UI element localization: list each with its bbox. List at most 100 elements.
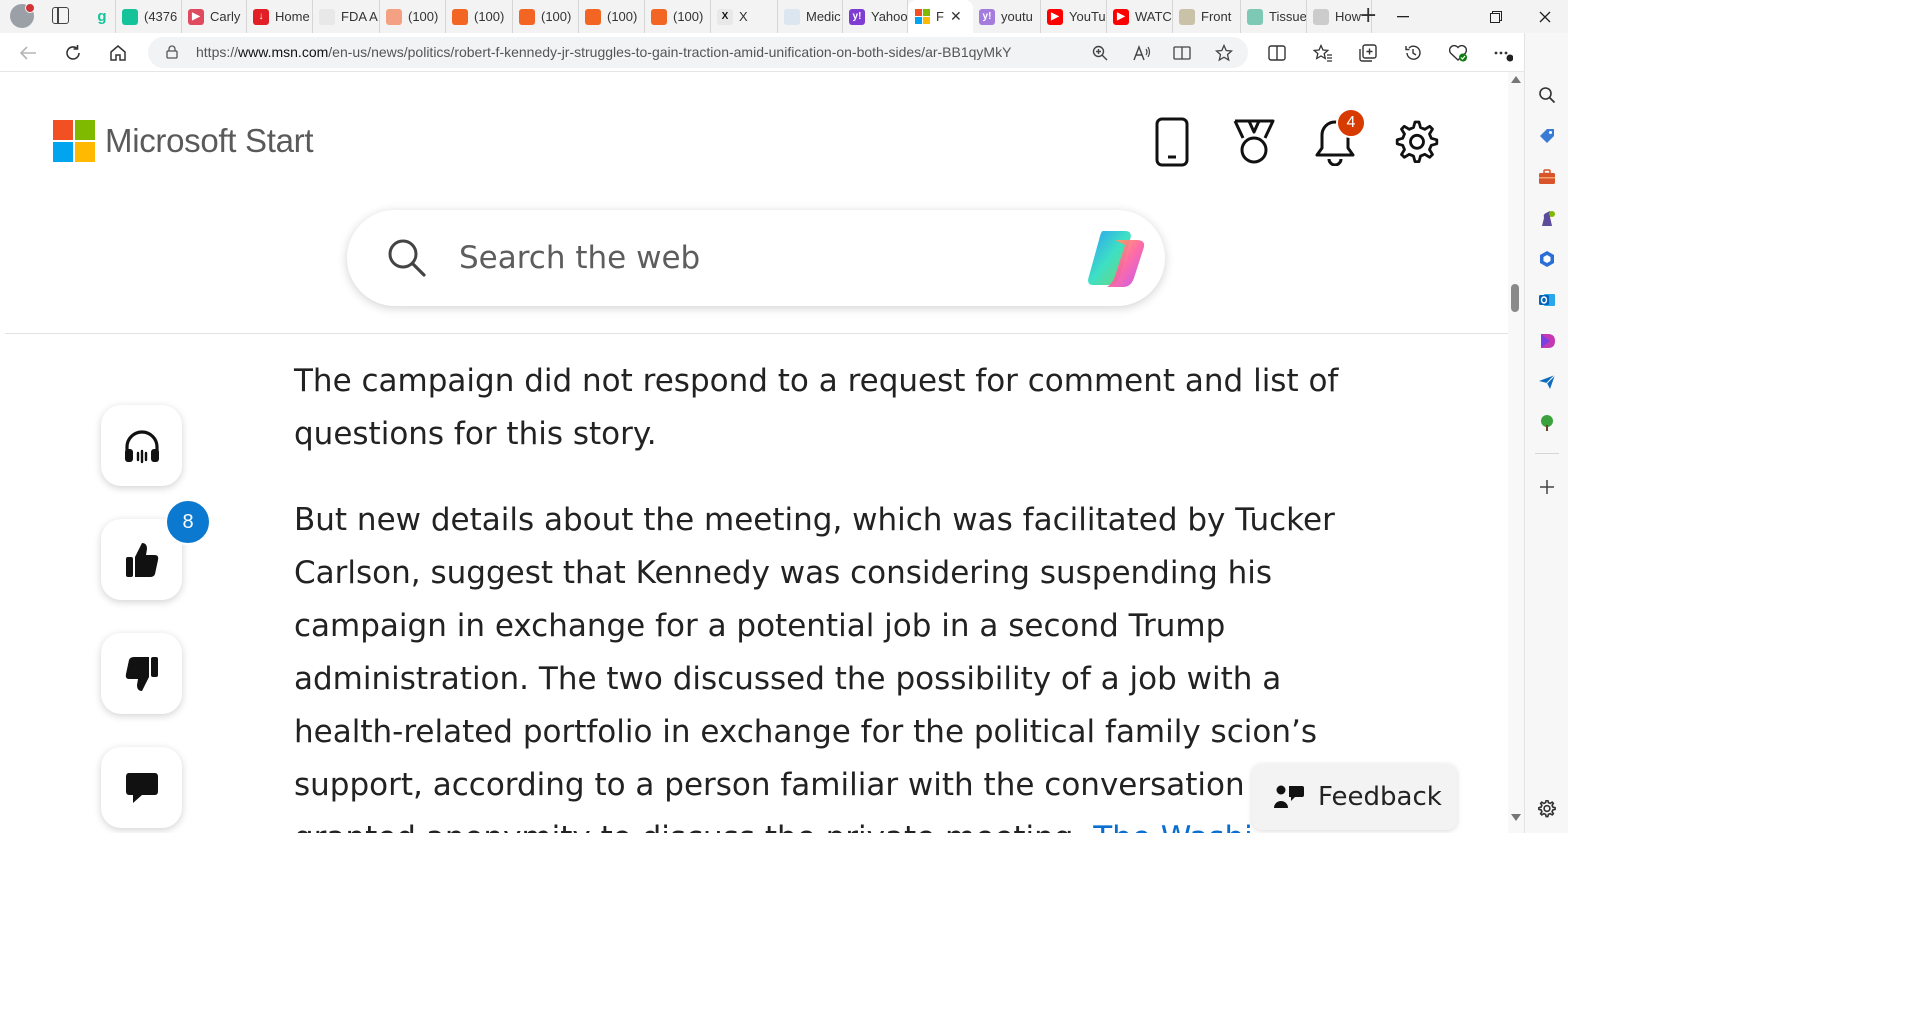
youtube-icon: ▶ — [1047, 8, 1063, 25]
favorite-star-button[interactable] — [1214, 43, 1234, 63]
browser-tab[interactable]: ▶ Carly — [182, 0, 247, 33]
browser-tab[interactable]: y! youtu — [973, 0, 1041, 33]
search-icon[interactable] — [387, 238, 427, 278]
restore-icon — [1490, 10, 1502, 23]
dislike-button[interactable] — [101, 633, 182, 714]
close-tab-icon[interactable]: ✕ — [950, 8, 962, 25]
browser-tab[interactable]: Medic — [778, 0, 843, 33]
tab-title: (100) — [607, 9, 638, 24]
tab-title: (100) — [408, 9, 439, 24]
settings-more-button[interactable] — [1490, 40, 1516, 66]
tab-strip: g (4376 ▶ Carly ↓ Home FDA A (100) (100) (100) (10… — [0, 0, 1568, 33]
browser-tab[interactable]: Front — [1173, 0, 1241, 33]
tab-title: Yahoo — [871, 9, 908, 24]
refresh-icon — [66, 45, 80, 60]
profile-avatar[interactable] — [10, 3, 35, 28]
close-window-button[interactable] — [1522, 0, 1568, 33]
tab-title: WATC — [1135, 9, 1172, 24]
rewards-button[interactable] — [1230, 116, 1278, 168]
tab-title: Medic — [806, 9, 841, 24]
scroll-up-arrow[interactable] — [1511, 76, 1521, 83]
scroll-thumb[interactable] — [1511, 284, 1519, 312]
favorites-icon — [1313, 44, 1332, 62]
refresh-button[interactable] — [60, 40, 86, 66]
browser-tab[interactable]: (100) — [579, 0, 645, 33]
tab-list: g (4376 ▶ Carly ↓ Home FDA A (100) (100) (100) (10… — [88, 0, 1372, 33]
sidebar-add-button[interactable] — [1537, 477, 1557, 497]
listen-button[interactable] — [101, 405, 182, 486]
lock-icon[interactable] — [166, 45, 178, 59]
settings-button[interactable] — [1393, 116, 1441, 168]
new-tab-button[interactable]: + — [1359, 5, 1377, 27]
article-body: The campaign did not respond to a reques… — [294, 355, 1344, 833]
browser-tab[interactable]: g — [88, 0, 116, 33]
tab-title: X — [739, 9, 748, 24]
browser-tab[interactable]: Tissue — [1241, 0, 1307, 33]
x-icon: X — [717, 8, 733, 25]
browser-toolbar: https://www.msn.com/en-us/news/politics/… — [0, 33, 1568, 72]
search-box — [347, 210, 1165, 306]
tab-actions-icon[interactable] — [52, 7, 69, 24]
browser-tab[interactable]: ▶ WATC — [1107, 0, 1173, 33]
outlook-icon — [1539, 294, 1555, 306]
browser-essentials-button[interactable] — [1445, 40, 1471, 66]
page-content: Microsoft Start 4 8 — [5, 72, 1508, 833]
read-aloud-button[interactable] — [1132, 43, 1152, 63]
substack-icon — [585, 8, 601, 25]
zoom-button[interactable] — [1090, 43, 1110, 63]
sidebar-drop[interactable] — [1537, 372, 1557, 392]
tab-active[interactable]: F ✕ — [908, 0, 973, 33]
chess-icon — [1542, 211, 1555, 226]
feedback-button[interactable]: Feedback — [1252, 764, 1457, 830]
sidebar-microsoft-365[interactable] — [1537, 249, 1557, 269]
feedback-icon — [1274, 785, 1304, 808]
vertical-scrollbar[interactable] — [1508, 72, 1524, 833]
browser-tab[interactable]: y! Yahoo — [843, 0, 908, 33]
split-screen-button[interactable] — [1264, 40, 1290, 66]
restore-button[interactable] — [1473, 0, 1519, 33]
sidebar-tree[interactable] — [1537, 413, 1557, 433]
favorites-button[interactable] — [1310, 40, 1336, 66]
back-button[interactable] — [15, 40, 41, 66]
home-button[interactable] — [105, 40, 131, 66]
browser-tab[interactable]: FDA A — [313, 0, 380, 33]
copilot-icon[interactable] — [1085, 228, 1149, 290]
tab-title: F — [936, 9, 944, 24]
collections-button[interactable] — [1355, 40, 1381, 66]
medal-icon — [1233, 119, 1275, 164]
comments-button[interactable] — [101, 747, 182, 828]
front-icon — [1179, 8, 1195, 25]
address-bar[interactable]: https://www.msn.com/en-us/news/politics/… — [148, 37, 1248, 68]
browser-tab[interactable]: (100) — [446, 0, 513, 33]
tab-title: (100) — [474, 9, 505, 24]
search-input[interactable] — [459, 232, 1059, 284]
tab-title: (100) — [673, 9, 704, 24]
browser-tab[interactable]: XX — [711, 0, 778, 33]
browser-tab[interactable]: (100) — [380, 0, 446, 33]
substack-icon — [651, 8, 667, 25]
browser-tab[interactable]: ↓ Home — [247, 0, 313, 33]
history-button[interactable] — [1400, 40, 1426, 66]
sidebar-games[interactable] — [1537, 208, 1557, 228]
immersive-reader-button[interactable] — [1172, 43, 1192, 63]
url-text[interactable]: https://www.msn.com/en-us/news/politics/… — [196, 44, 1011, 60]
yahoo-icon: y! — [979, 8, 995, 25]
gear-icon — [1395, 120, 1439, 163]
source-link[interactable]: The Washi — [1093, 820, 1253, 833]
sidebar-tools[interactable] — [1537, 167, 1557, 187]
microsoft-start-logo[interactable]: Microsoft Start — [53, 120, 314, 162]
scroll-down-arrow[interactable] — [1511, 814, 1521, 821]
minimize-button[interactable] — [1380, 0, 1426, 33]
browser-tab[interactable]: ▶ YouTu — [1041, 0, 1107, 33]
circle-icon — [1313, 8, 1329, 25]
sidebar-outlook[interactable] — [1537, 290, 1557, 310]
star-icon — [1215, 44, 1233, 62]
browser-tab[interactable]: (100) — [513, 0, 579, 33]
browser-tab[interactable]: (100) — [645, 0, 711, 33]
sidebar-shopping[interactable] — [1537, 126, 1557, 146]
mobile-app-button[interactable] — [1148, 116, 1196, 168]
sidebar-settings[interactable] — [1537, 799, 1557, 819]
browser-tab[interactable]: (4376 — [116, 0, 182, 33]
sidebar-designer[interactable] — [1537, 331, 1557, 351]
sidebar-search[interactable] — [1537, 85, 1557, 105]
